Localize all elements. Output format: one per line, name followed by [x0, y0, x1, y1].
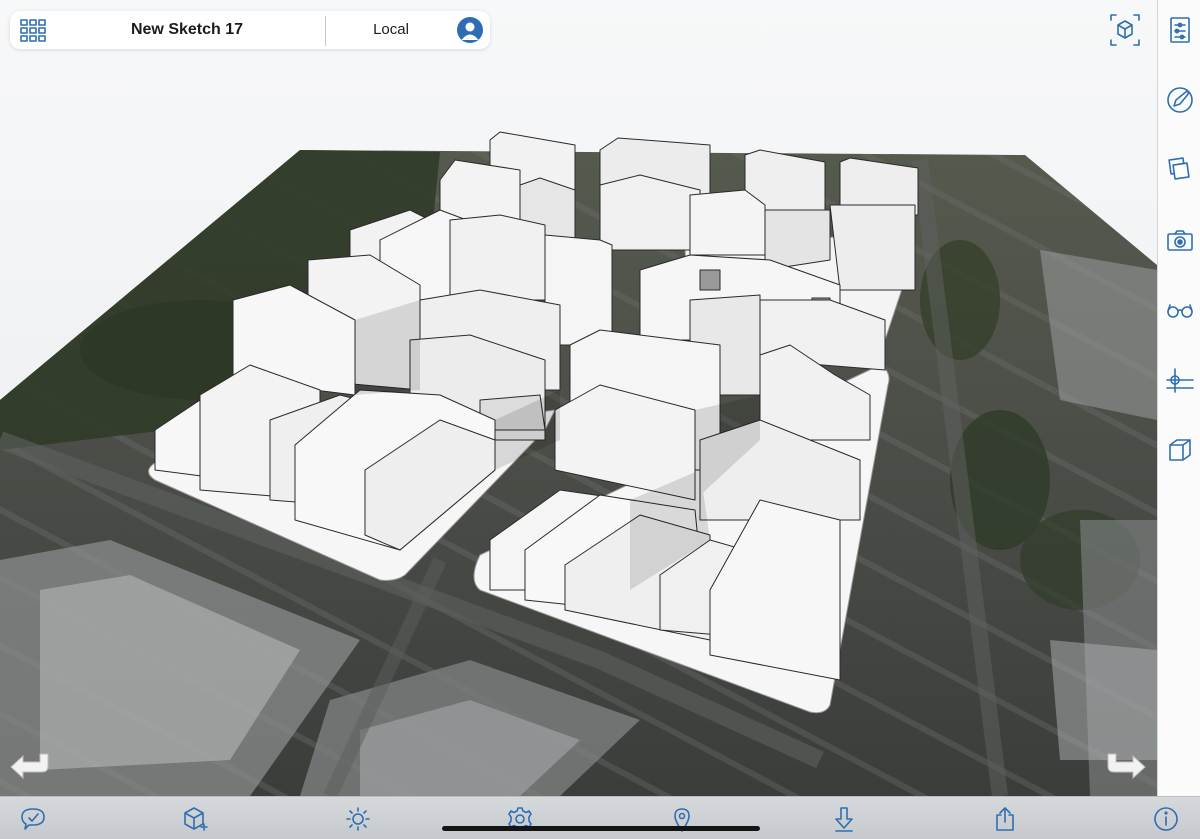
sun-icon — [346, 807, 370, 831]
layers-icon — [1168, 157, 1190, 180]
sliders-button[interactable] — [1165, 15, 1195, 45]
account-icon — [461, 22, 479, 40]
import-button[interactable] — [830, 805, 858, 833]
axes-icon — [1166, 368, 1194, 393]
view-cube-button[interactable] — [1108, 12, 1142, 48]
layers-button[interactable] — [1165, 155, 1195, 185]
header-divider — [325, 16, 326, 46]
sketch-title[interactable]: New Sketch 17 — [58, 11, 316, 49]
redo-button[interactable] — [1104, 748, 1148, 782]
section-plane-button[interactable] — [1165, 435, 1195, 465]
xray-view-button[interactable] — [1165, 295, 1195, 325]
grid-menu-icon — [20, 19, 46, 42]
share-button[interactable] — [991, 805, 1019, 833]
pencil-icon — [1167, 87, 1193, 113]
home-indicator — [442, 826, 760, 831]
right-toolbar — [1157, 0, 1200, 796]
chat-icon — [21, 808, 45, 830]
download-icon — [835, 807, 853, 832]
solid-icon — [1169, 439, 1191, 461]
draw-tool-button[interactable] — [1165, 85, 1195, 115]
sliders-icon — [1170, 17, 1190, 43]
redo-arrow-icon — [1107, 753, 1146, 780]
glasses-icon — [1167, 304, 1193, 318]
bottom-toolbar — [0, 796, 1200, 839]
axes-button[interactable] — [1165, 365, 1195, 395]
info-icon — [1154, 807, 1178, 831]
info-button[interactable] — [1152, 805, 1180, 833]
grid-menu-button[interactable] — [18, 15, 48, 45]
share-icon — [996, 807, 1014, 831]
account-button[interactable] — [457, 17, 483, 43]
undo-arrow-icon — [10, 753, 49, 780]
undo-button[interactable] — [8, 748, 52, 782]
comments-button[interactable] — [19, 805, 47, 833]
3d-scene[interactable] — [0, 0, 1157, 796]
scenes-button[interactable] — [1165, 225, 1195, 255]
storage-location-label[interactable]: Local — [330, 11, 452, 49]
add-object-icon — [184, 807, 208, 831]
camera-icon — [1167, 230, 1193, 251]
shadows-button[interactable] — [344, 805, 372, 833]
3d-viewport[interactable]: New Sketch 17 Local — [0, 0, 1157, 796]
add-object-button[interactable] — [181, 805, 209, 833]
sketch-header: New Sketch 17 Local — [10, 11, 490, 49]
view-cube-icon — [1110, 14, 1140, 46]
